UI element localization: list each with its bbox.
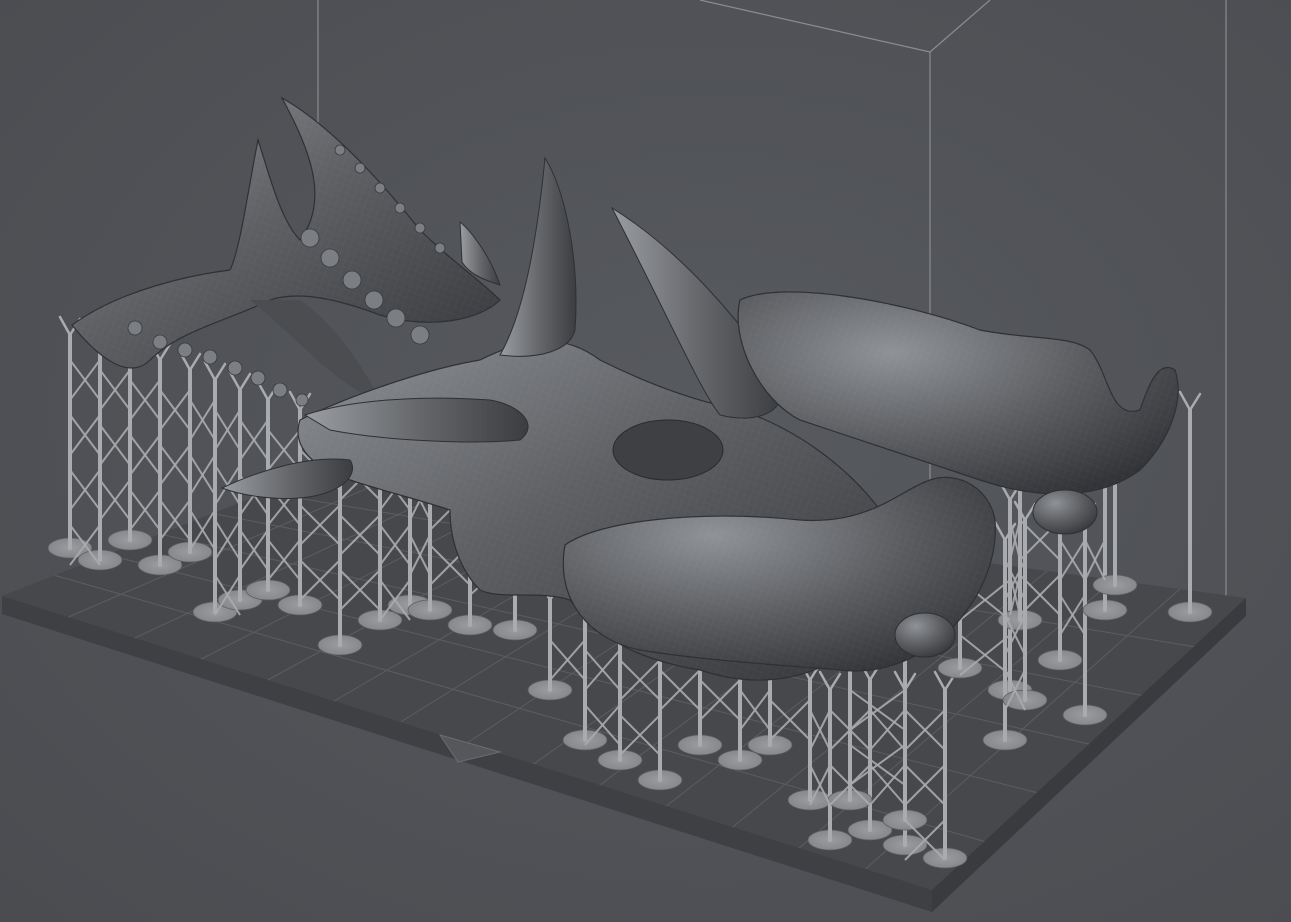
volume-edge-back-top (699, 0, 931, 53)
support-tip (188, 352, 202, 372)
jaw-knob-small (894, 612, 956, 658)
eye-socket (612, 419, 724, 481)
jaw-knob (1032, 489, 1098, 535)
scene-canvas[interactable] (0, 0, 1291, 922)
support-tip (1188, 392, 1202, 412)
support-tip (213, 362, 227, 382)
support-column[interactable] (47, 315, 93, 559)
support-tip (1178, 390, 1192, 412)
3d-viewport[interactable] (0, 0, 1291, 922)
support-tip (993, 520, 1007, 542)
horn-center-tall (499, 156, 577, 357)
frill-spines (71, 96, 501, 407)
frill-hollow (250, 300, 380, 400)
support-tip (203, 360, 217, 382)
support-column[interactable] (1167, 390, 1213, 623)
support-tip (58, 315, 72, 337)
volume-edge-top-right (929, 0, 991, 53)
support-tip (238, 372, 252, 392)
